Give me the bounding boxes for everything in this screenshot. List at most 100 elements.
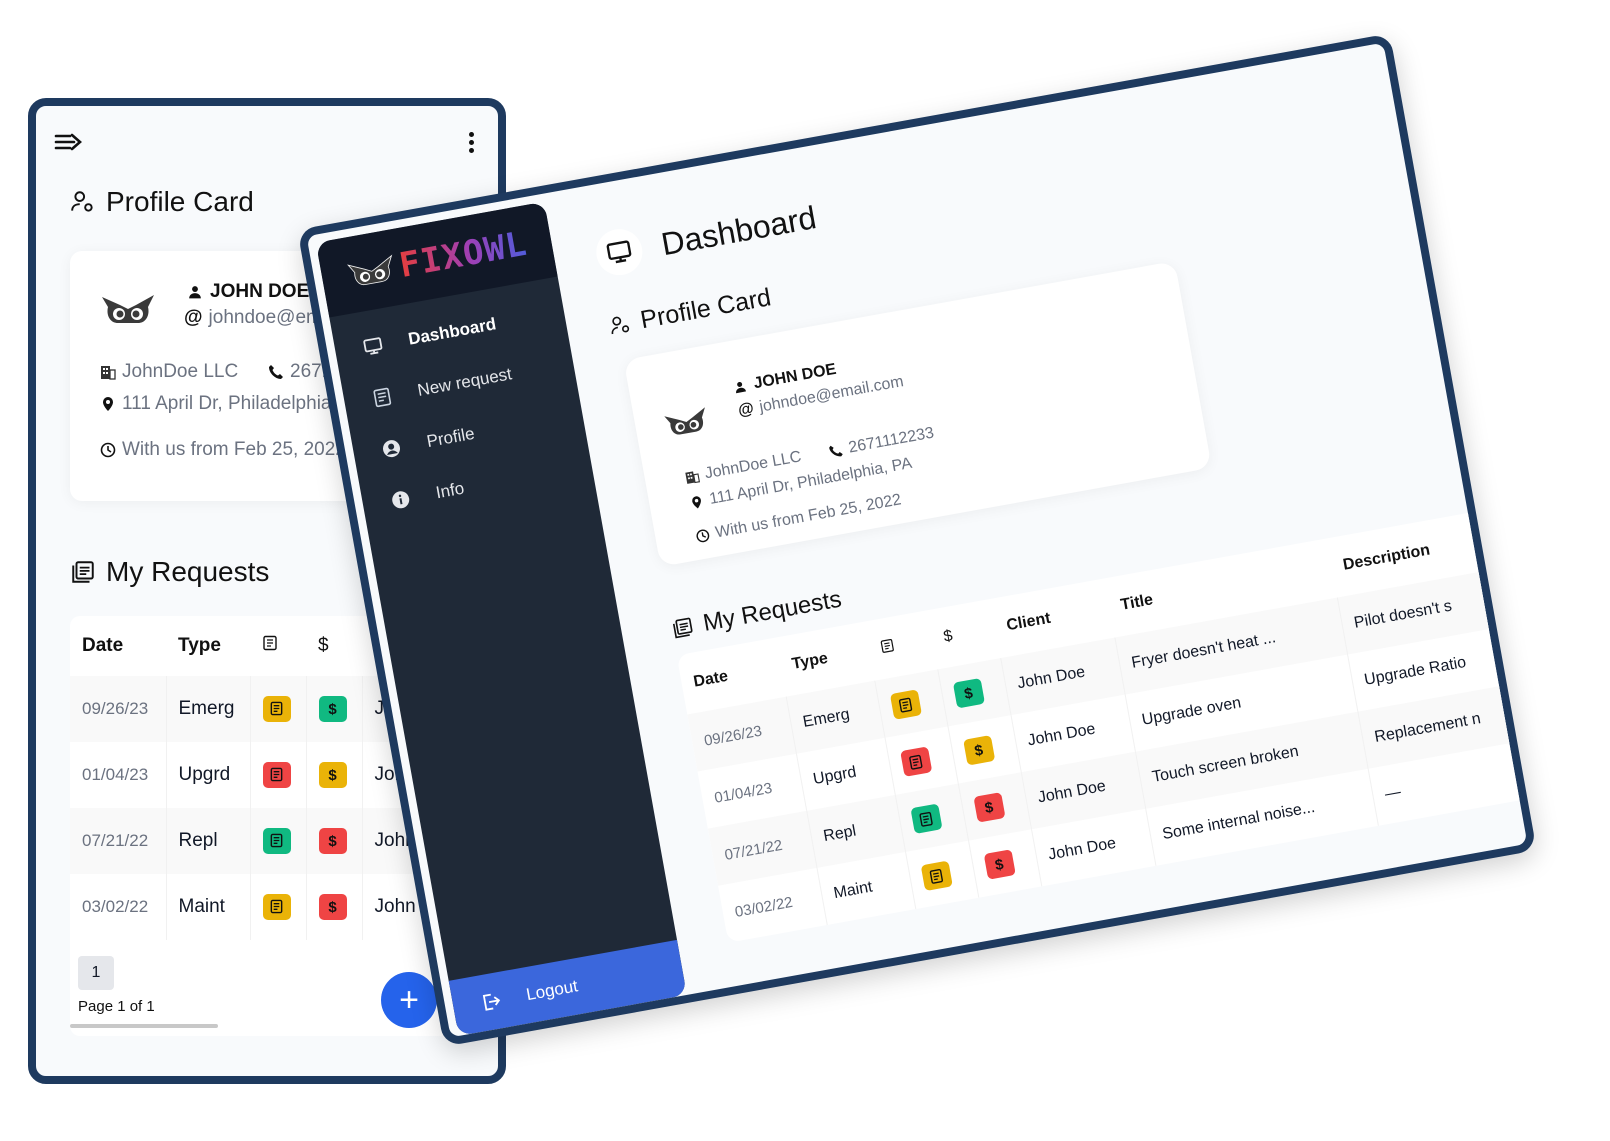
page-label: Page 1 of 1 [78,998,155,1015]
column-header-payment-status[interactable]: $ [927,599,1001,669]
documents-icon [672,617,693,639]
payment-status-badge[interactable]: $ [972,792,1006,823]
doc-status-badge[interactable] [262,695,291,722]
menu-arrow-icon[interactable] [54,130,84,154]
clock-icon [100,442,116,458]
requests-table: Date Type $ Client Title Description 09/… [676,503,1537,943]
map-pin-icon [103,397,113,411]
pagination: 1 Page 1 of 1 [78,956,155,1015]
user-circle-icon [383,440,401,458]
cell-payment-status: $ [306,742,363,808]
owl-avatar-icon [102,295,154,323]
cell-type: Maint [166,874,251,940]
owl-avatar-icon [664,407,705,435]
user-cog-icon [611,316,630,334]
document-icon [909,754,923,770]
column-header-payment-status[interactable]: $ [306,616,362,676]
building-icon [685,471,701,484]
column-header-doc-status[interactable] [864,610,938,680]
profile-company: JohnDoe LLC [100,361,238,383]
cell-date: 07/21/22 [70,808,167,874]
payment-status-badge[interactable]: $ [983,849,1016,880]
documents-icon [72,561,94,583]
cell-type: Upgrd [166,742,251,808]
cell-doc-status [250,676,307,742]
document-icon [373,387,392,408]
person-icon [189,286,201,299]
profile-phone: 2671112233 [827,424,935,461]
user-cog-icon [71,191,93,212]
cell-doc-status [250,742,307,808]
profile-section-title: Profile Card [638,283,774,335]
showcase-stage: Profile Card JOHN DOE @ johndoe@email.co… [0,0,1610,1141]
doc-status-badge[interactable] [889,689,922,720]
cell-payment-status: $ [968,829,1042,898]
clock-icon [696,529,710,543]
at-icon: @ [184,307,203,328]
payment-status-badge[interactable]: $ [318,696,347,722]
payment-status-badge[interactable]: $ [962,735,995,766]
profile-member-since: With us from Feb 25, 2022 [100,439,346,461]
cell-date: 01/04/23 [70,742,167,808]
cell-payment-status: $ [306,808,363,874]
phone-icon [269,365,283,379]
profile-section-header: Profile Card [70,186,254,218]
document-icon [898,697,913,713]
column-header-date[interactable]: Date [70,616,166,676]
main-content: Dashboard Profile Card JOHN DOE @ johndo… [566,50,1537,991]
document-icon [270,767,283,782]
cell-doc-status [250,874,307,940]
monitor-icon [606,240,632,264]
document-icon [270,701,283,716]
horizontal-scrollbar[interactable] [70,1024,218,1028]
profile-name: JOHN DOE [188,281,309,303]
brand-name: FIXOWL [396,223,531,286]
logout-button[interactable]: Logout [448,939,687,1037]
doc-status-badge[interactable] [920,860,953,892]
doc-status-badge[interactable] [262,761,291,788]
kebab-menu-icon[interactable] [466,130,476,156]
cell-type: Emerg [166,676,251,742]
phone-icon [829,445,843,457]
cell-payment-status: $ [306,676,363,742]
page-icon-badge [592,225,647,279]
add-request-button[interactable]: + [381,972,437,1028]
document-icon [270,899,283,914]
doc-status-badge[interactable] [262,827,291,854]
cell-type: Repl [166,808,251,874]
cell-payment-status: $ [306,874,363,940]
person-icon [736,381,746,394]
cell-date: 09/26/23 [70,676,167,742]
mobile-topbar [36,106,498,176]
document-icon [270,833,283,848]
column-header-doc-status[interactable] [250,616,306,676]
requests-section-title: My Requests [106,556,270,587]
profile-section-header: Profile Card [607,283,774,341]
document-icon [263,635,277,651]
profile-address: 111 April Dr, Philadelphia, PA [100,393,366,415]
payment-status-badge[interactable]: $ [952,678,985,709]
info-icon [392,491,410,509]
column-header-type[interactable]: Type [166,616,250,676]
doc-status-badge[interactable] [909,803,943,835]
owl-logo-icon [346,254,392,286]
payment-status-badge[interactable]: $ [318,828,347,854]
page-title: Dashboard [658,198,819,262]
document-icon [919,811,933,827]
cell-doc-status [250,808,307,874]
page-1-button[interactable]: 1 [78,956,114,990]
payment-status-badge[interactable]: $ [318,762,347,788]
requests-section-header: My Requests [70,556,269,588]
logout-icon [482,993,501,1011]
building-icon [101,366,116,380]
page-header: Dashboard [592,194,820,279]
doc-status-badge[interactable] [899,746,932,778]
payment-status-badge[interactable]: $ [318,894,347,920]
monitor-icon [363,337,383,355]
doc-status-badge[interactable] [262,893,291,920]
at-icon: @ [736,399,756,420]
document-icon [880,638,894,653]
document-icon [929,868,943,884]
cell-date: 03/02/22 [70,874,167,940]
profile-section-title: Profile Card [106,186,254,217]
